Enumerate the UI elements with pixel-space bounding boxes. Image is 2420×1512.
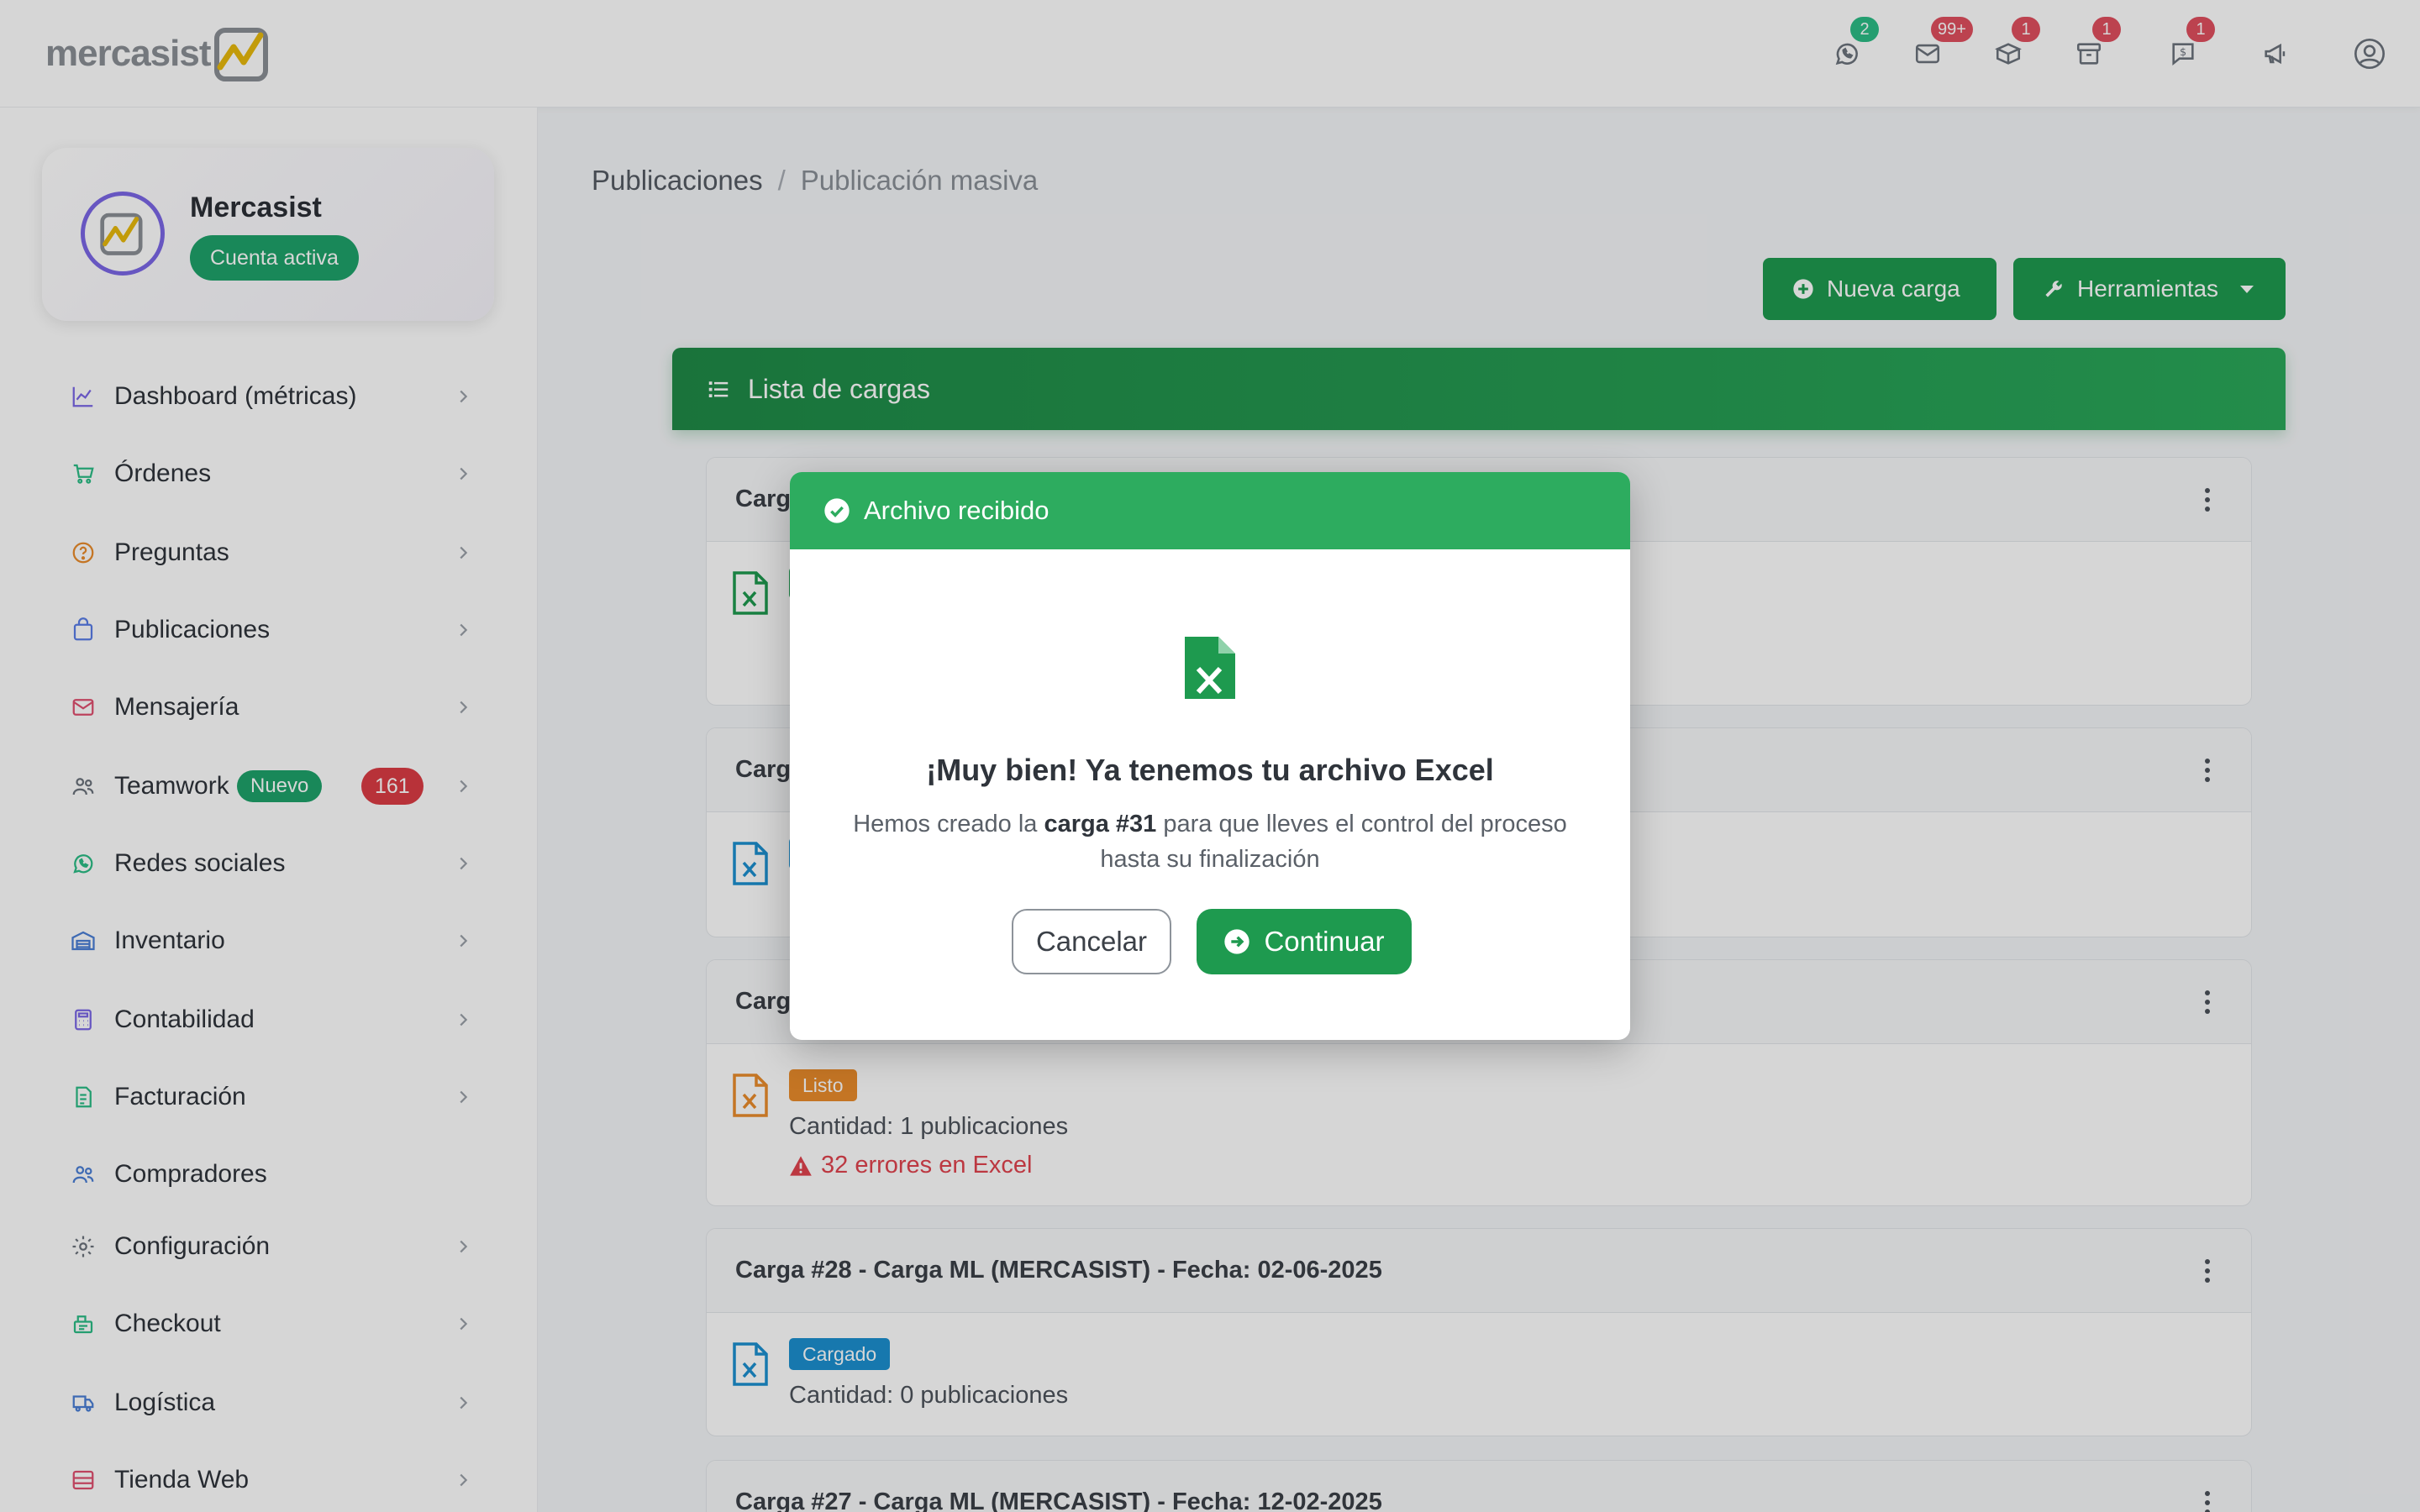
cancel-button[interactable]: Cancelar: [1012, 909, 1171, 974]
modal-header: Archivo recibido: [790, 472, 1630, 549]
continue-button[interactable]: Continuar: [1197, 909, 1412, 974]
modal-title: Archivo recibido: [864, 496, 1050, 525]
arrow-right-circle-icon: [1223, 928, 1250, 955]
modal-message-start: Hemos creado la: [853, 811, 1038, 837]
check-circle-icon: [823, 497, 850, 524]
file-received-modal: Archivo recibido ¡Muy bien! Ya tenemos t…: [790, 472, 1630, 1040]
modal-heading: ¡Muy bien! Ya tenemos tu archivo Excel: [926, 753, 1494, 787]
upload-number: carga #31: [1044, 811, 1157, 837]
continue-label: Continuar: [1264, 926, 1385, 957]
modal-message-end: para que lleves el control del proceso h…: [1100, 811, 1567, 873]
excel-file-icon: [1181, 633, 1239, 702]
modal-message: Hemos creado la carga #31 para que lleve…: [840, 806, 1580, 877]
